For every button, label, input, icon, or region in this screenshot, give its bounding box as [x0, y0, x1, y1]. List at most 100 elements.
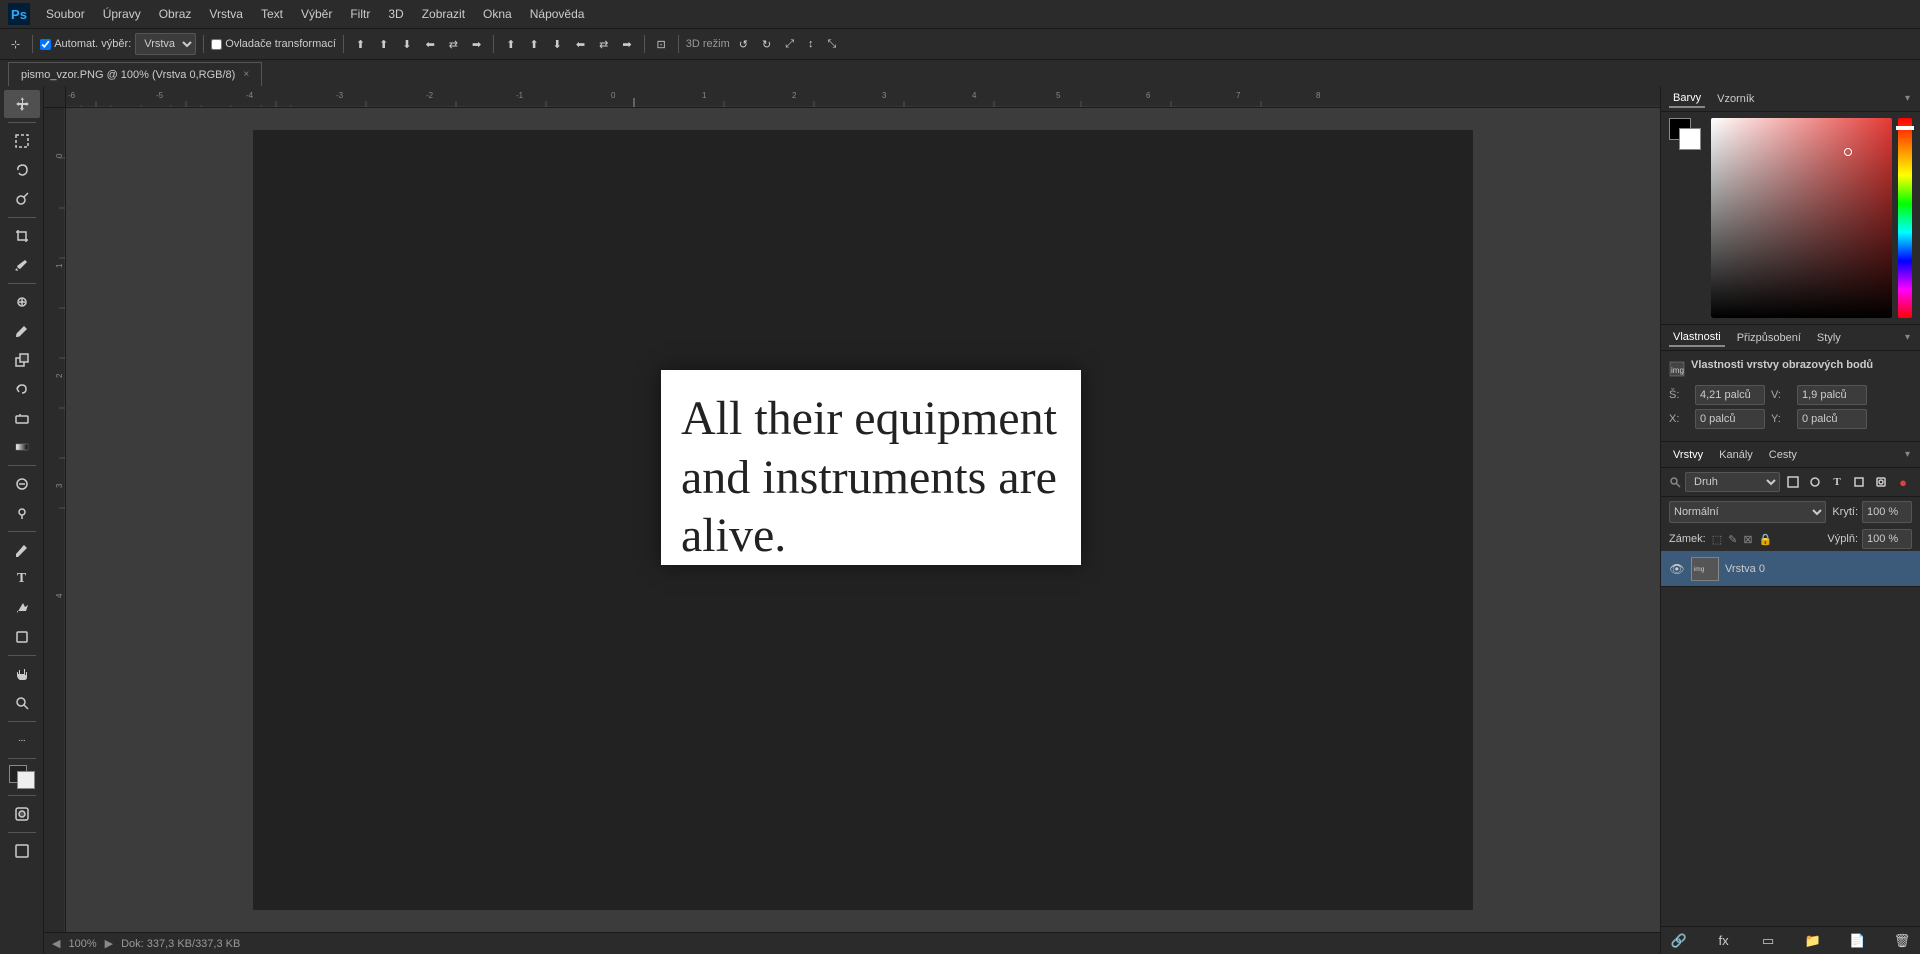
align-top-btn[interactable]: ⬆: [351, 33, 370, 55]
menu-filtr[interactable]: Filtr: [342, 5, 378, 23]
3d-slide-btn[interactable]: ↕: [803, 33, 819, 55]
align-vcenter-btn[interactable]: ⬆: [374, 33, 393, 55]
distribute-left-btn[interactable]: ⬅: [571, 33, 590, 55]
layer-dropdown[interactable]: Vrstva: [135, 33, 196, 55]
3d-rotate-btn[interactable]: ↺: [734, 33, 753, 55]
filter-smartobj-btn[interactable]: [1872, 473, 1890, 491]
distribute-right-btn[interactable]: ➡: [617, 33, 636, 55]
distribute-top-btn[interactable]: ⬆: [501, 33, 520, 55]
tab-cesty[interactable]: Cesty: [1765, 447, 1801, 463]
layer-visibility-eye[interactable]: 👁: [1669, 561, 1685, 577]
layers-kind-filter[interactable]: Druh: [1685, 472, 1780, 492]
opacity-input[interactable]: [1862, 501, 1912, 523]
tab-kanaly[interactable]: Kanály: [1715, 447, 1757, 463]
add-mask-btn[interactable]: ▭: [1758, 931, 1778, 951]
distribute-vcenter-btn[interactable]: ⬆: [524, 33, 543, 55]
canvas-align-btn[interactable]: ⊡: [652, 33, 671, 55]
fg-bg-indicator[interactable]: [1669, 118, 1701, 150]
tab-vlastnosti[interactable]: Vlastnosti: [1669, 329, 1725, 347]
props-y-input[interactable]: [1797, 409, 1867, 429]
lock-all-btn[interactable]: 🔒: [1759, 533, 1773, 546]
clone-stamp-tool[interactable]: [4, 346, 40, 374]
quick-mask-btn[interactable]: [4, 800, 40, 828]
add-link-btn[interactable]: 🔗: [1669, 931, 1689, 951]
fill-input[interactable]: [1862, 529, 1912, 549]
screen-mode-btn[interactable]: [4, 837, 40, 865]
quick-selection-tool[interactable]: [4, 185, 40, 213]
eyedropper-tool[interactable]: [4, 251, 40, 279]
layer-row[interactable]: 👁 img Vrstva 0: [1661, 551, 1920, 587]
filter-adjust-btn[interactable]: [1806, 473, 1824, 491]
auto-select-checkbox[interactable]: [40, 39, 51, 50]
history-brush-tool[interactable]: [4, 375, 40, 403]
tab-vrstvy[interactable]: Vrstvy: [1669, 447, 1707, 463]
distribute-hcenter-btn[interactable]: ⇄: [594, 33, 613, 55]
new-group-btn[interactable]: 📁: [1803, 931, 1823, 951]
props-panel-collapse[interactable]: ▾: [1903, 332, 1912, 343]
auto-select-label[interactable]: Automat. výběr:: [40, 38, 131, 50]
filter-shape-btn[interactable]: [1850, 473, 1868, 491]
menu-upravy[interactable]: Úpravy: [95, 5, 149, 23]
canvas-viewport[interactable]: All their equipmentand instruments areal…: [66, 108, 1660, 932]
add-style-btn[interactable]: fx: [1714, 931, 1734, 951]
align-bottom-btn[interactable]: ⬇: [397, 33, 416, 55]
props-v-input[interactable]: [1797, 385, 1867, 405]
eraser-tool[interactable]: [4, 404, 40, 432]
filter-text-btn[interactable]: T: [1828, 473, 1846, 491]
lock-pixels-btn[interactable]: ⬚: [1712, 533, 1722, 546]
color-swatches[interactable]: [6, 763, 38, 791]
dodge-tool[interactable]: [4, 499, 40, 527]
bg-swatch[interactable]: [1679, 128, 1701, 150]
menu-3d[interactable]: 3D: [380, 5, 411, 23]
align-hcenter-btn[interactable]: ⇄: [444, 33, 463, 55]
move-tool[interactable]: [4, 90, 40, 118]
transform-label[interactable]: Ovladače transformací: [211, 38, 336, 50]
text-tool[interactable]: T: [4, 565, 40, 593]
blur-tool[interactable]: [4, 470, 40, 498]
shape-tool[interactable]: [4, 623, 40, 651]
menu-okna[interactable]: Okna: [475, 5, 520, 23]
new-layer-btn[interactable]: 📄: [1847, 931, 1867, 951]
filter-pixel-btn[interactable]: [1784, 473, 1802, 491]
tab-vzornik[interactable]: Vzorník: [1713, 91, 1758, 107]
lasso-tool[interactable]: [4, 156, 40, 184]
distribute-bottom-btn[interactable]: ⬇: [548, 33, 567, 55]
color-gradient[interactable]: [1711, 118, 1892, 318]
status-arrow-right[interactable]: ▶: [105, 937, 113, 950]
menu-text[interactable]: Text: [253, 5, 291, 23]
hand-tool[interactable]: [4, 660, 40, 688]
tab-styly[interactable]: Styly: [1813, 330, 1845, 346]
tab-barvy[interactable]: Barvy: [1669, 90, 1705, 108]
pen-tool[interactable]: [4, 536, 40, 564]
blend-mode-dropdown[interactable]: Normální: [1669, 501, 1826, 523]
background-color[interactable]: [17, 771, 35, 789]
filter-on-off-btn[interactable]: ●: [1894, 473, 1912, 491]
layers-panel-collapse[interactable]: ▾: [1903, 449, 1912, 460]
props-s-input[interactable]: [1695, 385, 1765, 405]
extra-tools-btn[interactable]: ···: [4, 726, 40, 754]
healing-brush-tool[interactable]: [4, 288, 40, 316]
move-options-btn[interactable]: ⊹: [6, 33, 25, 55]
menu-vyber[interactable]: Výběr: [293, 5, 340, 23]
menu-obraz[interactable]: Obraz: [151, 5, 200, 23]
rectangular-marquee-tool[interactable]: [4, 127, 40, 155]
brush-tool[interactable]: [4, 317, 40, 345]
crop-tool[interactable]: [4, 222, 40, 250]
3d-roll-btn[interactable]: ↻: [757, 33, 776, 55]
align-left-btn[interactable]: ⬅: [421, 33, 440, 55]
layer-name[interactable]: Vrstva 0: [1725, 563, 1912, 575]
hue-slider[interactable]: [1898, 118, 1912, 318]
3d-scale-btn[interactable]: ⤡: [823, 33, 842, 55]
tab-prizpusobeni[interactable]: Přizpůsobení: [1733, 330, 1805, 346]
menu-vrstva[interactable]: Vrstva: [201, 5, 251, 23]
menu-napoveda[interactable]: Nápověda: [522, 5, 593, 23]
path-selection-tool[interactable]: [4, 594, 40, 622]
delete-layer-btn[interactable]: 🗑: [1892, 931, 1912, 951]
status-arrow-left[interactable]: ◀: [52, 937, 60, 950]
gradient-tool[interactable]: [4, 433, 40, 461]
transform-checkbox[interactable]: [211, 39, 222, 50]
color-gradient-field[interactable]: [1711, 118, 1892, 318]
menu-soubor[interactable]: Soubor: [38, 5, 93, 23]
props-x-input[interactable]: [1695, 409, 1765, 429]
tab-close-btn[interactable]: ×: [243, 69, 249, 80]
